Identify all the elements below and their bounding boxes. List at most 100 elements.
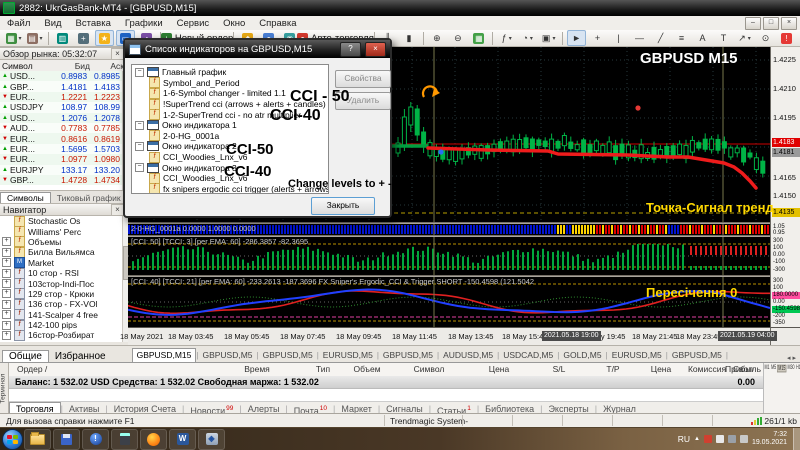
expand-icon[interactable]: + — [2, 310, 11, 320]
column-header-Бид[interactable]: Бид — [52, 61, 90, 71]
properties-button[interactable]: Свойства — [335, 70, 391, 88]
search-button[interactable]: ⊙ — [756, 30, 775, 46]
chart-tab-AUDUSD,M5[interactable]: AUDUSD,M5 — [439, 349, 497, 362]
explorer-icon[interactable] — [24, 428, 51, 450]
indicators-button[interactable]: ƒ ▾ — [497, 30, 516, 46]
data-window-button[interactable]: + — [74, 30, 93, 46]
column-Время[interactable]: Время — [244, 364, 270, 374]
navigator-item[interactable]: + f 136 стор - FX-VOl — [0, 298, 122, 310]
market-watch-row[interactable]: ▼ EUR... 1.0977 1.0980 — [0, 154, 122, 165]
market-watch-row[interactable]: ▼ AUD... 0.7783 0.7785 — [0, 122, 122, 134]
tray-expand-icon[interactable]: ▲ — [694, 436, 700, 442]
market-watch-row[interactable]: ▼ EUR... 0.8616 0.8619 — [0, 133, 122, 144]
zoom-out-button[interactable]: ⊖ — [448, 30, 467, 46]
show-desktop-button[interactable] — [793, 427, 800, 450]
alert-button[interactable]: ! — [777, 30, 796, 46]
text-button[interactable]: A — [693, 30, 712, 46]
label-button[interactable]: T — [714, 30, 733, 46]
navigator-item[interactable]: + f 129 стор - Крюки — [0, 288, 122, 300]
trading-app-icon[interactable]: ◈ — [198, 428, 225, 450]
navigator-item[interactable]: f Stochastic Os — [0, 216, 122, 227]
chart-tab-GBPUSD,M5[interactable]: GBPUSD,M5 — [198, 349, 256, 362]
timeframe-M15[interactable]: M15 — [777, 364, 787, 373]
security-tray-icon[interactable] — [703, 435, 712, 443]
trendline-button[interactable]: ╱ — [651, 30, 670, 46]
balance-row[interactable]: Баланс: 1 532.02 USD Средства: 1 532.02 … — [9, 376, 763, 389]
connection-status[interactable]: 261/1 kb — [751, 416, 797, 426]
collapse-icon[interactable]: − — [135, 67, 144, 77]
column-Цена[interactable]: Цена — [651, 364, 671, 374]
chart-tab-USDCAD,M5[interactable]: USDCAD,M5 — [499, 349, 557, 362]
chart-tab-GBPUSD,M5[interactable]: GBPUSD,M5 — [259, 349, 317, 362]
collapse-icon[interactable]: − — [135, 163, 144, 173]
save-icon[interactable] — [53, 428, 80, 450]
column-Прибыль[interactable]: Прибыль — [725, 364, 761, 374]
expand-icon[interactable]: + — [2, 237, 11, 247]
market-watch-row[interactable]: ▲ USD... 1.2076 1.2078 — [0, 112, 122, 123]
market-watch-row[interactable]: ▲ USD... 0.8983 0.8985 — [0, 71, 122, 82]
vertical-line-button[interactable]: | — [609, 30, 628, 46]
navigator-item[interactable]: + f 142-100 pips — [0, 319, 122, 331]
timeframe-M5[interactable]: M5 — [771, 365, 777, 373]
menu-Окно[interactable]: Окно — [216, 18, 252, 29]
chart-tab-EURUSD,M5[interactable]: EURUSD,M5 — [319, 349, 377, 362]
column-S/L[interactable]: S/L — [553, 364, 566, 374]
column-Объем[interactable]: Объем — [353, 364, 380, 374]
expand-icon[interactable]: + — [2, 279, 11, 289]
terminal-side-tab[interactable]: Терминал — [0, 363, 9, 414]
market-watch-row[interactable]: ▼ GBP... 1.4728 1.4734 — [0, 174, 122, 186]
power-app-icon[interactable]: ! — [82, 428, 109, 450]
horizontal-line-button[interactable]: — — [630, 30, 649, 46]
chart-tab-GBPUSD,M5[interactable]: GBPUSD,M5 — [668, 349, 726, 362]
column-Символ[interactable]: Символ — [414, 364, 445, 374]
dialog-title-bar[interactable]: Список индикаторов на GBPUSD,M15 ? × — [125, 40, 390, 58]
templates-button[interactable]: ▣ ▾ — [539, 30, 558, 46]
expand-icon[interactable]: + — [2, 299, 11, 309]
navigator-item[interactable]: + f 16стор-Розбират — [0, 330, 122, 341]
column-Комиссия[interactable]: Комиссия — [688, 364, 726, 374]
dialog-help-button[interactable]: ? — [340, 41, 361, 57]
title-bar[interactable]: 2882: UkrGasBank-MT4 - [GBPUSD,M15] — [0, 0, 800, 16]
crosshair-button[interactable]: + — [588, 30, 607, 46]
expand-icon[interactable]: + — [2, 268, 11, 278]
market-watch-row[interactable]: ▲ USDJPY 108.97 108.99 — [0, 102, 122, 113]
navigator-item[interactable]: + f 103стор-Indi-Пос — [0, 278, 122, 290]
cursor-button[interactable]: ► — [567, 30, 587, 46]
column-Цена[interactable]: Цена — [489, 364, 509, 374]
firefox-icon[interactable] — [140, 428, 167, 450]
menu-Вставка[interactable]: Вставка — [69, 18, 118, 29]
navigator-item[interactable]: + f Объемы — [0, 236, 122, 248]
update-tray-icon[interactable] — [715, 435, 724, 443]
tree-node-window[interactable]: − Главный график — [135, 67, 328, 78]
tile-windows-button[interactable]: ▦ — [469, 30, 488, 46]
chart-tab-EURUSD,M5[interactable]: EURUSD,M5 — [608, 349, 666, 362]
navigator-button[interactable]: ★ — [94, 30, 114, 46]
minimize-icon[interactable]: – — [745, 17, 761, 30]
menu-Файл[interactable]: Файл — [0, 18, 37, 29]
zoom-in-button[interactable]: ⊕ — [427, 30, 446, 46]
market-watch-row[interactable]: ▲ EURJPY 133.17 133.20 — [0, 164, 122, 175]
chart-tab-GBPUSD,M5[interactable]: GBPUSD,M5 — [379, 349, 437, 362]
menu-Вид[interactable]: Вид — [37, 18, 68, 29]
menu-Графики[interactable]: Графики — [118, 18, 170, 29]
network-tray-icon[interactable] — [727, 435, 736, 443]
market-watch-row[interactable]: ▲ GBP... 1.4181 1.4183 — [0, 81, 122, 92]
expand-icon[interactable]: + — [2, 289, 11, 299]
navigator-item[interactable]: f Williams' Perc — [0, 226, 122, 238]
tree-node-indicator[interactable]: f 2-0-HG_0001a — [135, 130, 328, 142]
collapse-icon[interactable]: − — [135, 141, 144, 151]
language-indicator[interactable]: RU — [678, 434, 690, 444]
word-icon[interactable]: W — [169, 428, 196, 450]
chart-tab-GBPUSD,M15[interactable]: GBPUSD,M15 — [131, 348, 197, 362]
collapse-icon[interactable]: − — [135, 120, 144, 130]
timeframe-M1[interactable]: M1 — [764, 365, 770, 373]
new-chart-button[interactable]: ▦ ▾ — [4, 30, 23, 46]
tab-scroll-arrows[interactable]: ◂ ▸ — [783, 354, 800, 362]
calculator-icon[interactable] — [111, 428, 138, 450]
dialog-close-button[interactable]: × — [365, 41, 386, 57]
periods-button[interactable]: ◔ ▾ — [518, 30, 537, 46]
fibonacci-button[interactable]: ≡ — [672, 30, 691, 46]
tab-Избранное[interactable]: Избранное — [49, 351, 112, 362]
start-button[interactable] — [2, 428, 23, 450]
expand-icon[interactable]: + — [2, 330, 11, 340]
